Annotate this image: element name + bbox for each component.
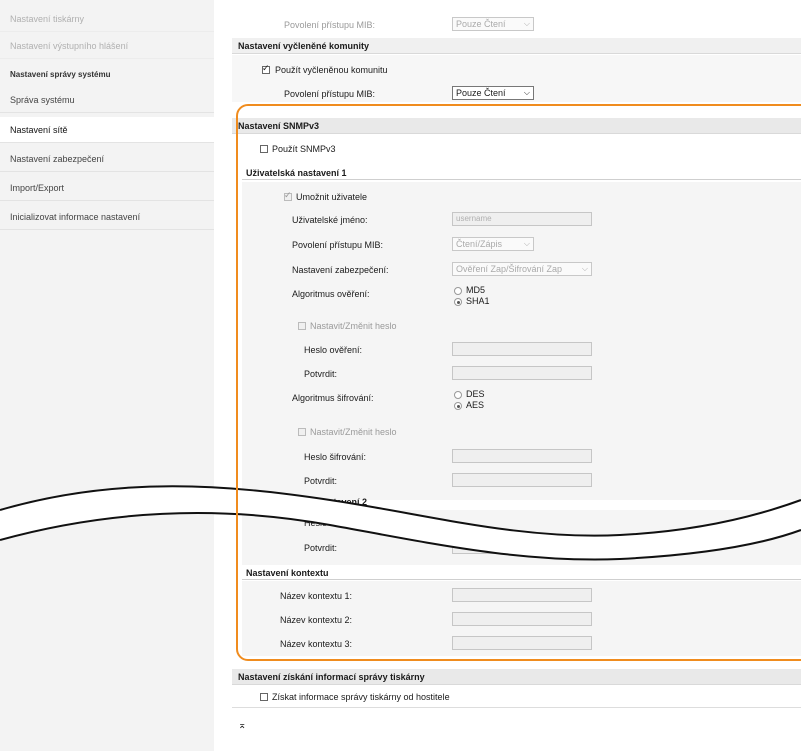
enc-des-radio[interactable] (454, 391, 462, 399)
sidebar-item-security-settings[interactable]: Nastavení zabezpečení (0, 146, 214, 172)
context-name-1-input[interactable] (452, 588, 592, 602)
set-change-enc-pw-label: Nastavit/Změnit heslo (310, 427, 397, 437)
sidebar-item-label: Nastavení zabezpečení (10, 154, 105, 164)
chevron-down-icon: ⌵ (581, 264, 588, 273)
set-change-auth-pw-checkbox[interactable] (298, 322, 306, 330)
divider (232, 707, 801, 708)
sidebar-item-label: Nastavení tiskárny (10, 14, 85, 24)
dedicated-mib-select[interactable]: Pouze Čtení ⌵ (452, 86, 534, 100)
enc-aes-label: AES (466, 400, 485, 410)
auth-confirm-input[interactable] (452, 366, 592, 380)
chevron-down-icon: ⌵ (523, 239, 530, 248)
page-break-wave (0, 485, 801, 561)
sidebar-heading: Nastavení správy systému (10, 70, 111, 79)
username-input[interactable]: username (452, 212, 592, 226)
auth-md5-label: MD5 (466, 285, 486, 295)
sidebar-item-label: Nastavení sítě (10, 125, 68, 135)
mib-access-value: Pouze Čtení (456, 19, 506, 29)
security-select[interactable]: Ověření Zap/Šifrování Zap ⌵ (452, 262, 592, 276)
enc-aes-radio[interactable] (454, 402, 462, 410)
use-snmpv3-label: Použít SNMPv3 (272, 144, 336, 154)
snmpv3-section: Nastavení SNMPv3 (232, 118, 801, 134)
auth-pw-label: Heslo ověření: (304, 345, 363, 355)
enable-user-checkbox[interactable] (284, 190, 292, 201)
enc-algo-label: Algoritmus šifrování: (292, 393, 374, 403)
get-info-checkbox[interactable] (260, 693, 268, 701)
auth-pw-input[interactable] (452, 342, 592, 356)
auth-md5-radio[interactable] (454, 287, 462, 295)
auth-confirm-label: Potvrdit: (304, 369, 338, 379)
context-name-3-label: Název kontextu 3: (280, 639, 353, 649)
dedicated-mib-label: Povolení přístupu MIB: (284, 89, 376, 99)
set-change-auth-pw-label: Nastavit/Změnit heslo (310, 321, 397, 331)
dedicated-community-section: Nastavení vyčleněné komunity (232, 38, 801, 54)
printer-info-section: Nastavení získání informací správy tiská… (232, 669, 801, 685)
sidebar-item-label: Správa systému (10, 95, 75, 105)
get-info-label: Získat informace správy tiskárny od host… (272, 692, 450, 702)
enc-des-label: DES (466, 389, 485, 399)
context-name-3-input[interactable] (452, 636, 592, 650)
auth-sha1-radio[interactable] (454, 298, 462, 306)
username-label: Uživatelské jméno: (292, 215, 368, 225)
sidebar-item-report-output[interactable]: Nastavení výstupního hlášení (0, 33, 214, 59)
sidebar-item-import-export[interactable]: Import/Export (0, 175, 214, 201)
chevron-down-icon: ⌵ (523, 88, 530, 97)
user-settings-1-heading: Uživatelská nastavení 1 (242, 166, 801, 180)
dedicated-mib-value: Pouze Čtení (456, 88, 506, 98)
scroll-top-icon[interactable]: ⌅ (238, 720, 246, 731)
use-dedicated-label: Použít vyčleněnou komunitu (275, 65, 388, 75)
context-name-2-label: Název kontextu 2: (280, 615, 353, 625)
mib-access-label: Povolení přístupu MIB: (284, 20, 376, 30)
sidebar-item-printer-settings[interactable]: Nastavení tiskárny (0, 6, 214, 32)
sidebar-item-network-settings[interactable]: Nastavení sítě (0, 117, 214, 143)
security-label: Nastavení zabezpečení: (292, 265, 389, 275)
context-name-1-label: Název kontextu 1: (280, 591, 353, 601)
enable-user-label: Umožnit uživatele (296, 192, 368, 202)
sidebar-item-label: Inicializovat informace nastavení (10, 212, 141, 222)
use-snmpv3-checkbox[interactable] (260, 145, 268, 153)
security-value: Ověření Zap/Šifrování Zap (456, 264, 563, 274)
auth-algo-label: Algoritmus ověření: (292, 289, 370, 299)
sidebar-item-system-management[interactable]: Správa systému (0, 87, 214, 113)
set-change-enc-pw-checkbox[interactable] (298, 428, 306, 436)
auth-sha1-label: SHA1 (466, 296, 490, 306)
user-mib-label: Povolení přístupu MIB: (292, 240, 384, 250)
sidebar-item-label: Import/Export (10, 183, 65, 193)
context-heading: Nastavení kontextu (242, 566, 801, 580)
sidebar: Nastavení tiskárny Nastavení výstupního … (0, 0, 214, 751)
sidebar-item-label: Nastavení výstupního hlášení (10, 41, 129, 51)
context-name-2-input[interactable] (452, 612, 592, 626)
user-mib-value: Čtení/Zápis (456, 239, 503, 249)
main-content: Povolení přístupu MIB: Pouze Čtení ⌵ Nast… (232, 0, 801, 751)
chevron-down-icon: ⌵ (523, 19, 530, 28)
user-mib-select[interactable]: Čtení/Zápis ⌵ (452, 237, 534, 251)
use-dedicated-checkbox[interactable] (262, 63, 270, 74)
mib-access-select[interactable]: Pouze Čtení ⌵ (452, 17, 534, 31)
sidebar-item-initialize[interactable]: Inicializovat informace nastavení (0, 204, 214, 230)
